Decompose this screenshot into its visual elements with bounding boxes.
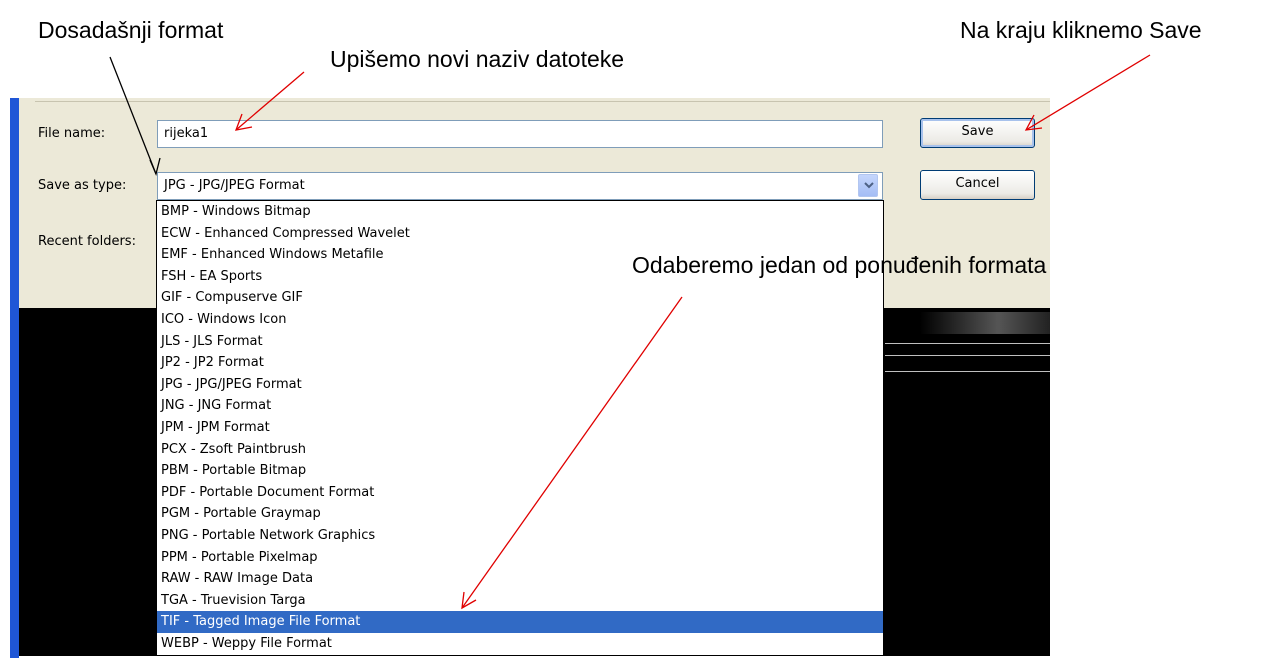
arrow-new-filename (234, 71, 305, 131)
arrow-current-format (109, 56, 161, 177)
arrow-click-save (1024, 54, 1151, 131)
arrow-choose-format (461, 296, 683, 610)
annotation-arrows (109, 54, 1151, 610)
